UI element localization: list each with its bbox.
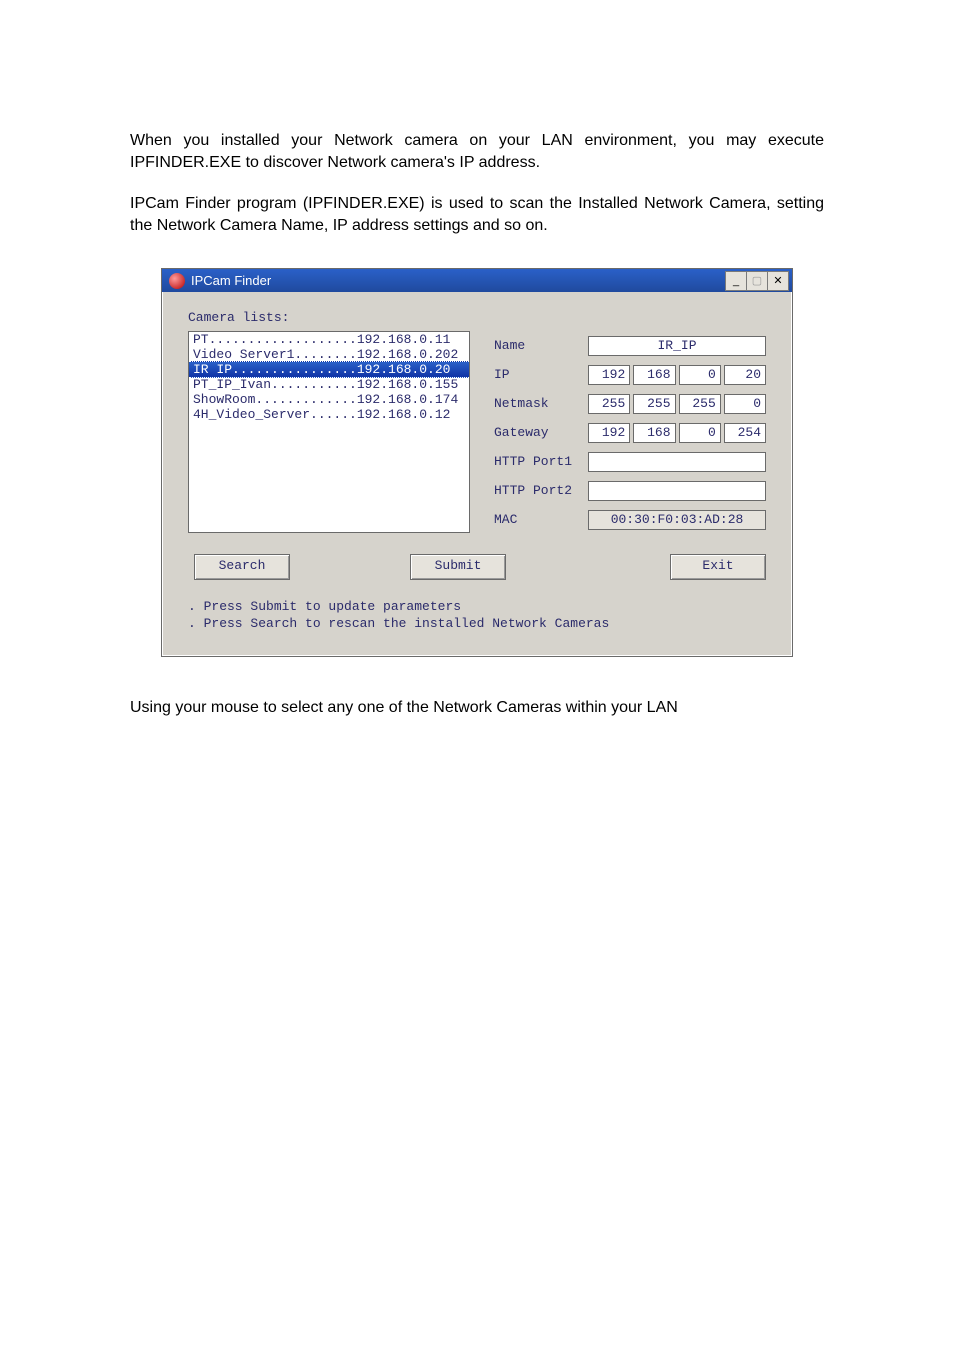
ip-label: IP xyxy=(494,367,588,382)
camera-listbox[interactable]: PT...................192.168.0.11 Video … xyxy=(188,331,470,533)
mac-label: MAC xyxy=(494,512,588,527)
name-input[interactable]: IR_IP xyxy=(588,336,766,356)
gateway-octet-2[interactable]: 168 xyxy=(633,423,675,443)
http-port1-label: HTTP Port1 xyxy=(494,454,588,469)
maximize-button: ▢ xyxy=(746,271,768,291)
netmask-octet-2[interactable]: 255 xyxy=(633,394,675,414)
list-item[interactable]: PT_IP_Ivan...........192.168.0.155 xyxy=(189,377,469,392)
netmask-label: Netmask xyxy=(494,396,588,411)
gateway-octet-1[interactable]: 192 xyxy=(588,423,630,443)
list-item[interactable]: Video Server1........192.168.0.202 xyxy=(189,347,469,362)
list-item-selected[interactable]: IR IP................192.168.0.20 xyxy=(189,361,469,378)
doc-paragraph-3: Using your mouse to select any one of th… xyxy=(130,697,824,719)
submit-button[interactable]: Submit xyxy=(410,554,506,580)
ip-octet-4[interactable]: 20 xyxy=(724,365,766,385)
close-button[interactable]: ✕ xyxy=(767,271,789,291)
ipcam-finder-icon xyxy=(169,273,185,289)
search-button[interactable]: Search xyxy=(194,554,290,580)
netmask-octet-1[interactable]: 255 xyxy=(588,394,630,414)
note-line-2: . Press Search to rescan the installed N… xyxy=(188,615,766,632)
netmask-octet-3[interactable]: 255 xyxy=(679,394,721,414)
camera-lists-label: Camera lists: xyxy=(188,310,766,325)
gateway-label: Gateway xyxy=(494,425,588,440)
netmask-octet-4[interactable]: 0 xyxy=(724,394,766,414)
ipcam-finder-window: IPCam Finder _ ▢ ✕ Camera lists: PT.....… xyxy=(161,268,793,657)
ip-octet-3[interactable]: 0 xyxy=(679,365,721,385)
list-item[interactable]: 4H_Video_Server......192.168.0.12 xyxy=(189,407,469,422)
http-port2-label: HTTP Port2 xyxy=(494,483,588,498)
gateway-octet-3[interactable]: 0 xyxy=(679,423,721,443)
http-port1-input[interactable] xyxy=(588,452,766,472)
camera-form: Name IR_IP IP 192 168 0 20 Netmask xyxy=(494,331,766,534)
window-title: IPCam Finder xyxy=(189,273,726,288)
window-control-buttons: _ ▢ ✕ xyxy=(726,271,789,291)
ip-octet-1[interactable]: 192 xyxy=(588,365,630,385)
list-item[interactable]: PT...................192.168.0.11 xyxy=(189,332,469,347)
window-titlebar: IPCam Finder _ ▢ ✕ xyxy=(162,269,792,292)
ip-octet-2[interactable]: 168 xyxy=(633,365,675,385)
note-line-1: . Press Submit to update parameters xyxy=(188,598,766,615)
exit-button[interactable]: Exit xyxy=(670,554,766,580)
doc-paragraph-2: IPCam Finder program (IPFINDER.EXE) is u… xyxy=(130,193,824,236)
gateway-octet-4[interactable]: 254 xyxy=(724,423,766,443)
http-port2-input[interactable] xyxy=(588,481,766,501)
doc-paragraph-1: When you installed your Network camera o… xyxy=(130,130,824,173)
name-label: Name xyxy=(494,338,588,353)
list-item[interactable]: ShowRoom.............192.168.0.174 xyxy=(189,392,469,407)
minimize-button[interactable]: _ xyxy=(725,271,747,291)
mac-display: 00:30:F0:03:AD:28 xyxy=(588,510,766,530)
